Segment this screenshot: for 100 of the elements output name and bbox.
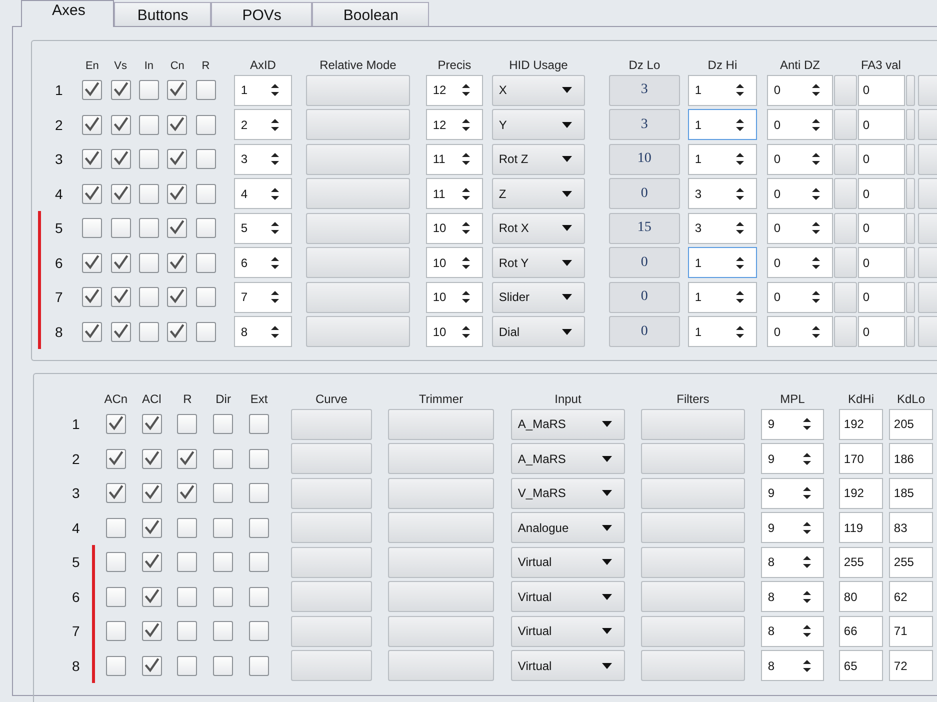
trimmer-button[interactable]: [388, 443, 494, 474]
kd-hi-field[interactable]: 192: [838, 478, 883, 509]
spin-arrows-icon[interactable]: [802, 417, 811, 432]
checkbox[interactable]: [82, 149, 102, 170]
kd-lo-field[interactable]: 71: [888, 616, 933, 647]
checkbox[interactable]: [196, 114, 216, 135]
checkbox[interactable]: [138, 80, 159, 100]
spin-box[interactable]: 5: [234, 212, 292, 244]
spin-box[interactable]: 0: [766, 109, 833, 140]
checkbox[interactable]: [106, 552, 126, 572]
checkbox[interactable]: [213, 552, 234, 572]
spin-box[interactable]: 12: [426, 109, 483, 140]
spin-arrows-icon[interactable]: [802, 590, 811, 604]
dropdown[interactable]: X: [492, 74, 585, 106]
filters-button[interactable]: [640, 650, 745, 682]
trimmer-button[interactable]: [388, 408, 494, 440]
checkbox[interactable]: [249, 518, 270, 538]
checkbox[interactable]: [138, 252, 159, 273]
spin-arrows-icon[interactable]: [802, 520, 811, 535]
checkbox[interactable]: [82, 80, 102, 100]
spin-arrows-icon[interactable]: [736, 118, 744, 132]
trimmer-button[interactable]: [388, 581, 494, 612]
kd-lo-field[interactable]: 72: [888, 650, 933, 682]
spin-box[interactable]: 0: [766, 212, 833, 244]
blank-button[interactable]: [834, 144, 857, 175]
checkbox[interactable]: [177, 518, 198, 538]
checkbox[interactable]: [177, 656, 198, 676]
blank-button[interactable]: [834, 74, 857, 106]
kd-lo-field[interactable]: 255: [888, 546, 933, 578]
relative-mode-button[interactable]: [306, 247, 410, 278]
spin-box[interactable]: 9: [760, 478, 824, 509]
checkbox[interactable]: [82, 322, 102, 342]
checkbox[interactable]: [249, 552, 270, 572]
checkbox[interactable]: [142, 518, 162, 538]
spin-arrows-icon[interactable]: [270, 186, 279, 201]
checkbox[interactable]: [196, 184, 216, 204]
checkbox[interactable]: [196, 287, 216, 308]
fa3-field[interactable]: 0: [858, 282, 905, 313]
spin-box[interactable]: 0: [766, 74, 833, 106]
kd-hi-field[interactable]: 192: [838, 408, 883, 440]
spin-arrows-icon[interactable]: [802, 555, 811, 570]
curve-button[interactable]: [290, 581, 372, 612]
checkbox[interactable]: [106, 448, 126, 469]
checkbox[interactable]: [142, 586, 162, 607]
spin-box[interactable]: 3: [688, 178, 757, 210]
relative-mode-button[interactable]: [306, 74, 410, 106]
fa3-field[interactable]: 0: [858, 316, 905, 348]
spin-box[interactable]: 9: [760, 408, 824, 440]
dropdown[interactable]: Virtual: [510, 650, 625, 682]
kd-lo-field[interactable]: 185: [888, 478, 933, 509]
checkbox[interactable]: [138, 149, 159, 170]
checkbox[interactable]: [106, 518, 126, 538]
checkbox[interactable]: [167, 80, 188, 100]
trimmer-button[interactable]: [388, 512, 494, 544]
dropdown[interactable]: Virtual: [510, 616, 625, 647]
checkbox[interactable]: [167, 114, 188, 135]
spin-arrows-icon[interactable]: [802, 624, 811, 638]
dropdown[interactable]: Rot Z: [492, 144, 585, 175]
spin-box[interactable]: 9: [760, 443, 824, 474]
checkbox[interactable]: [196, 80, 216, 100]
filters-button[interactable]: [640, 581, 745, 612]
checkbox[interactable]: [177, 483, 198, 504]
spin-arrows-icon[interactable]: [812, 221, 820, 236]
checkbox[interactable]: [167, 252, 188, 273]
checkbox[interactable]: [142, 621, 162, 642]
checkbox[interactable]: [249, 483, 270, 504]
checkbox[interactable]: [110, 252, 131, 273]
curve-button[interactable]: [290, 478, 372, 509]
spin-arrows-icon[interactable]: [462, 186, 470, 201]
spin-box[interactable]: 1: [234, 74, 292, 106]
dropdown[interactable]: V_MaRS: [510, 478, 625, 509]
spin-arrows-icon[interactable]: [462, 83, 470, 98]
relative-mode-button[interactable]: [306, 316, 410, 348]
kd-lo-field[interactable]: 62: [888, 581, 933, 612]
spin-arrows-icon[interactable]: [812, 186, 820, 201]
dropdown[interactable]: Z: [492, 178, 585, 210]
filters-button[interactable]: [640, 408, 745, 440]
checkbox[interactable]: [213, 518, 234, 538]
spin-box[interactable]: 1: [688, 247, 757, 278]
blank-button[interactable]: [906, 316, 915, 348]
spin-arrows-icon[interactable]: [270, 221, 279, 236]
spin-box[interactable]: 10: [426, 316, 483, 348]
curve-button[interactable]: [290, 443, 372, 474]
spin-arrows-icon[interactable]: [812, 118, 820, 132]
spin-arrows-icon[interactable]: [736, 324, 744, 339]
curve-button[interactable]: [290, 512, 372, 544]
checkbox[interactable]: [196, 149, 216, 170]
spin-box[interactable]: 1: [688, 74, 757, 106]
spin-arrows-icon[interactable]: [736, 83, 744, 98]
kd-lo-field[interactable]: 186: [888, 443, 933, 474]
spin-box[interactable]: 11: [426, 144, 483, 175]
spin-box[interactable]: 3: [234, 144, 292, 175]
blank-button[interactable]: [906, 144, 915, 175]
spin-arrows-icon[interactable]: [462, 221, 470, 236]
blank-button[interactable]: [834, 109, 857, 140]
checkbox[interactable]: [82, 184, 102, 204]
checkbox[interactable]: [138, 218, 159, 238]
dropdown[interactable]: A_MaRS: [510, 443, 625, 474]
curve-button[interactable]: [290, 408, 372, 440]
checkbox[interactable]: [213, 656, 234, 676]
